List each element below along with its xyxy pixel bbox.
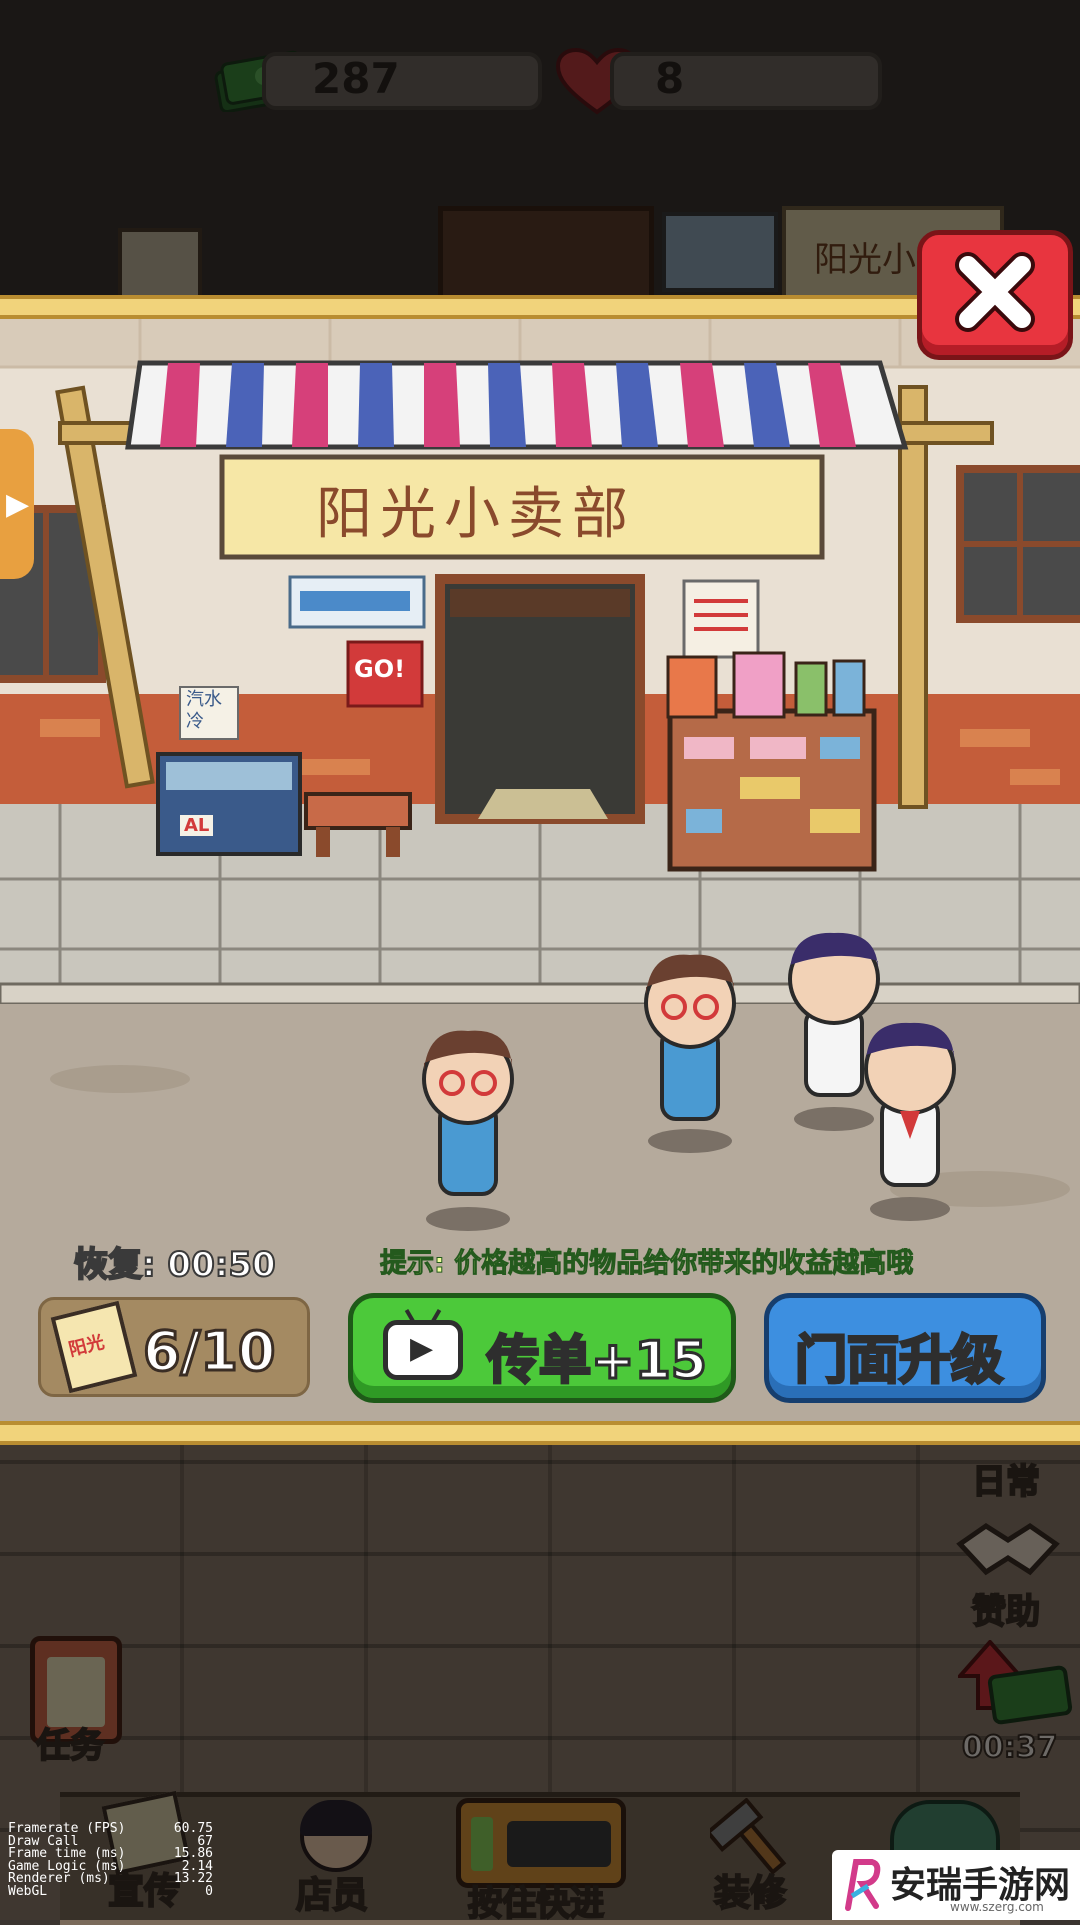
cold-sign-text: 汽水 冷 xyxy=(186,689,222,732)
flyer-count: 6/10 xyxy=(141,1319,276,1385)
nav-decorate[interactable]: 装修 xyxy=(692,1797,822,1918)
flyer-stack-icon: 阳光 xyxy=(50,1300,138,1394)
debug-key: WebGL xyxy=(8,1883,48,1899)
left-arrow-tab[interactable]: ▶ xyxy=(0,429,34,579)
nav-decorate-label: 装修 xyxy=(713,1872,787,1915)
staff-avatar-icon xyxy=(300,1800,372,1872)
watermark-url: www.szerg.com xyxy=(950,1900,1044,1914)
task-button[interactable]: 任务 xyxy=(22,1636,134,1767)
close-button[interactable] xyxy=(917,230,1073,360)
cash-icon xyxy=(986,1664,1074,1726)
go-poster-text: GO! xyxy=(354,655,406,683)
hearts-value: 8 xyxy=(655,54,685,103)
background-poster xyxy=(662,212,778,292)
nav-fast-forward-label: 按住快进 xyxy=(467,1883,605,1925)
upgrade-facade-label: 门面升级 xyxy=(793,1330,1004,1393)
daily-label: 日常 xyxy=(971,1461,1041,1503)
flyer-count-box: 阳光 6/10 xyxy=(38,1297,310,1397)
left-arrow-icon: ▶ xyxy=(6,487,30,522)
debug-value: 0 xyxy=(205,1883,213,1899)
shop-sign-text: 阳光小卖部 xyxy=(316,482,636,547)
recover-timer: 恢复: 00:50 xyxy=(73,1244,277,1286)
cash-value: 287 xyxy=(312,54,400,103)
flyer-icon-text: 阳光 xyxy=(66,1331,107,1361)
task-label: 任务 xyxy=(35,1725,105,1767)
flyer-button-label: 传单+15 xyxy=(486,1330,709,1393)
close-icon xyxy=(955,252,1035,332)
daily-button[interactable]: 日常 xyxy=(958,1446,1068,1516)
upgrade-timer-button[interactable]: 00:37 xyxy=(946,1638,1074,1790)
cooler-label: AL xyxy=(180,815,214,836)
background-shop-sign-text: 阳光小 xyxy=(814,240,916,280)
nav-staff-label: 店员 xyxy=(295,1874,369,1917)
tip-text: 提示: 价格越高的物品给你带来的收益越高哦 xyxy=(379,1248,914,1280)
debug-row: WebGL 0 xyxy=(8,1883,213,1899)
upgrade-facade-button[interactable]: 门面升级 xyxy=(764,1293,1046,1403)
flyer-button[interactable]: ▶ 传单+15 xyxy=(348,1293,736,1403)
debug-stats: Framerate (FPS) 60.75 Draw Call 67 Frame tim… xyxy=(8,1822,213,1899)
watermark-logo-icon xyxy=(842,1856,882,1912)
cash-bar xyxy=(262,52,542,110)
shop-scene: 阳光小卖部 GO! 汽水 冷 AL ▶ 恢复: 00:50 提示: 价格越高的物… xyxy=(0,319,1080,1421)
sponsor-button[interactable]: 赞助 xyxy=(946,1510,1074,1633)
background-picture-frame xyxy=(118,228,202,304)
tv-play-icon: ▶ xyxy=(383,1308,463,1380)
nav-staff[interactable]: 店员 xyxy=(282,1798,402,1918)
shop-modal: 阳光小卖部 GO! 汽水 冷 AL ▶ 恢复: 00:50 提示: 价格越高的物… xyxy=(0,295,1080,1445)
hearts-bar xyxy=(610,52,882,110)
watermark: 安瑞手游网 www.szerg.com xyxy=(832,1850,1080,1920)
upgrade-timer: 00:37 xyxy=(961,1729,1058,1766)
background-door xyxy=(438,206,654,306)
sponsor-label: 赞助 xyxy=(971,1591,1041,1633)
handshake-icon xyxy=(956,1514,1060,1584)
modal-bottom-border xyxy=(0,1421,1080,1445)
nav-fast-forward[interactable]: 按住快进 xyxy=(452,1798,630,1925)
radio-icon xyxy=(456,1798,626,1888)
